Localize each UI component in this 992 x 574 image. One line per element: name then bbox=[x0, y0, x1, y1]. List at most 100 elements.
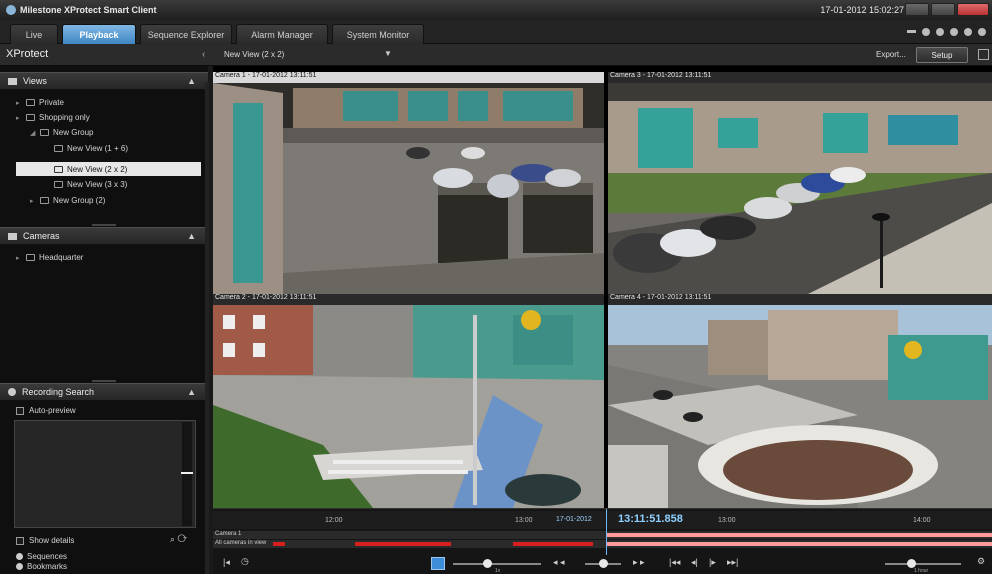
tree-item-label: Headquarter bbox=[39, 253, 84, 262]
previous-frame-icon[interactable]: ◂| bbox=[691, 557, 698, 568]
next-frame-icon[interactable]: |▸ bbox=[709, 557, 716, 568]
view-icon bbox=[54, 165, 63, 173]
tab-system-monitor[interactable]: System Monitor bbox=[332, 24, 424, 44]
camera-tile-3[interactable]: Camera 3 - 17-01-2012 13:11:51 bbox=[608, 72, 992, 294]
slider-thumb[interactable] bbox=[907, 559, 916, 568]
timeline-track-all[interactable]: All cameras in view bbox=[213, 540, 992, 548]
track-label: All cameras in view bbox=[215, 540, 267, 546]
tree-item-private[interactable]: ▸ Private bbox=[16, 98, 64, 107]
logout-icon[interactable] bbox=[978, 28, 986, 36]
speed-slider[interactable] bbox=[453, 559, 541, 568]
resize-grip[interactable] bbox=[92, 380, 116, 382]
tree-item-view-1-6[interactable]: New View (1 + 6) bbox=[54, 144, 128, 153]
option-bookmarks[interactable]: Bookmarks bbox=[16, 562, 67, 571]
tree-item-new-group-2[interactable]: ▸ New Group (2) bbox=[30, 196, 105, 205]
recording-segment bbox=[355, 542, 451, 546]
radio[interactable] bbox=[16, 563, 23, 570]
clock-icon[interactable]: ◷ bbox=[241, 556, 249, 567]
timespan-slider[interactable] bbox=[885, 559, 961, 568]
camera-tile-1[interactable]: Camera 1 - 17-01-2012 13:11:51 bbox=[213, 72, 604, 294]
minimize-button[interactable] bbox=[905, 3, 929, 16]
timeline-track-camera[interactable]: Camera 1 bbox=[213, 531, 992, 539]
slider-thumb[interactable] bbox=[599, 559, 608, 568]
setup-button[interactable]: Setup bbox=[916, 47, 968, 63]
track-label: Camera 1 bbox=[215, 531, 242, 537]
views-panel-header[interactable]: Views ▲ bbox=[0, 72, 208, 90]
checkbox[interactable] bbox=[16, 536, 24, 545]
playback-timeline[interactable]: 12:00 13:00 17-01-2012 13:11:51.858 13:0… bbox=[213, 508, 992, 574]
playhead[interactable] bbox=[606, 509, 607, 555]
cameras-panel-header[interactable]: Cameras ▲ bbox=[0, 227, 208, 245]
sidebar: Views ▲ ▸ Private ▸ Shopping only ◢ New … bbox=[0, 66, 209, 574]
camera-icon bbox=[8, 232, 17, 240]
collapse-pane-icon[interactable]: ‹ bbox=[202, 49, 205, 60]
resize-grip[interactable] bbox=[92, 224, 116, 226]
playback-mode-button[interactable] bbox=[431, 557, 445, 570]
option-sequences[interactable]: Sequences bbox=[16, 552, 67, 561]
sidebar-scrollbar[interactable] bbox=[205, 82, 209, 574]
recording-segment bbox=[513, 542, 593, 546]
previous-sequence-icon[interactable]: |◂◂ bbox=[669, 557, 680, 568]
views-panel-title: Views bbox=[23, 76, 47, 86]
view-icon bbox=[54, 181, 63, 188]
minimize-panes-icon[interactable] bbox=[907, 30, 916, 33]
close-button[interactable] bbox=[957, 3, 989, 16]
gear-icon[interactable]: ⚙ bbox=[977, 556, 985, 567]
chevron-up-icon[interactable]: ▲ bbox=[187, 231, 196, 241]
view-selector[interactable]: New View (2 x 2) bbox=[224, 50, 284, 59]
chevron-up-icon[interactable]: ▲ bbox=[187, 387, 196, 397]
status-icon[interactable] bbox=[936, 28, 944, 36]
recording-search-panel-header[interactable]: Recording Search ▲ bbox=[0, 383, 208, 401]
tab-alarm-manager[interactable]: Alarm Manager bbox=[236, 24, 328, 44]
tree-item-label: New View (2 x 2) bbox=[67, 164, 128, 174]
arrow-icon[interactable] bbox=[922, 28, 930, 36]
folder-icon bbox=[40, 129, 49, 136]
app-logo-icon bbox=[6, 5, 16, 15]
slider-thumb[interactable] bbox=[181, 472, 193, 474]
play-reverse-icon[interactable]: ◂ ◂ bbox=[553, 557, 565, 568]
playback-controls: |◂ ◷ 1x ◂ ◂ ▸ ▸ |◂◂ ◂| |▸ ▸▸| 1 hour ⚙ bbox=[213, 552, 992, 574]
tree-item-new-group[interactable]: ◢ New Group bbox=[30, 128, 93, 137]
tab-sequence-explorer[interactable]: Sequence Explorer bbox=[140, 24, 232, 44]
time-ruler[interactable]: 12:00 13:00 17-01-2012 13:11:51.858 13:0… bbox=[213, 511, 992, 529]
option-label: Sequences bbox=[27, 552, 68, 561]
tree-item-headquarter[interactable]: ▸ Headquarter bbox=[16, 253, 83, 262]
search-icon bbox=[8, 388, 16, 396]
option-label: Bookmarks bbox=[27, 562, 68, 571]
views-icon bbox=[8, 77, 17, 85]
play-forward-icon[interactable]: ▸ ▸ bbox=[633, 557, 645, 568]
next-sequence-icon[interactable]: ▸▸| bbox=[727, 557, 738, 568]
chevron-up-icon[interactable]: ▲ bbox=[187, 76, 196, 86]
radio[interactable] bbox=[16, 553, 23, 560]
fullscreen-icon[interactable] bbox=[978, 49, 989, 60]
auto-preview-checkbox[interactable]: Auto-preview bbox=[16, 406, 76, 415]
export-button[interactable]: Export... bbox=[876, 50, 906, 59]
checkbox[interactable] bbox=[16, 406, 24, 415]
tab-live[interactable]: Live bbox=[10, 24, 58, 44]
tab-playback[interactable]: Playback bbox=[62, 24, 136, 44]
slider-thumb[interactable] bbox=[483, 559, 492, 568]
recording-segment bbox=[606, 542, 992, 546]
jog-slider[interactable] bbox=[585, 559, 621, 568]
camera-title: Camera 3 - 17-01-2012 13:11:51 bbox=[608, 72, 992, 83]
help-icon[interactable] bbox=[950, 28, 958, 36]
maximize-button[interactable] bbox=[931, 3, 955, 16]
camera-title: Camera 1 - 17-01-2012 13:11:51 bbox=[213, 72, 604, 83]
search-options-icon[interactable]: ⌕ ⟳ bbox=[170, 534, 187, 545]
camera-tile-2[interactable]: Camera 2 - 17-01-2012 13:11:51 bbox=[213, 294, 604, 508]
camera-tile-4[interactable]: Camera 4 - 17-01-2012 13:11:51 bbox=[608, 294, 992, 508]
recording-search-title: Recording Search bbox=[22, 387, 95, 397]
tree-item-view-2x2[interactable]: New View (2 x 2) bbox=[16, 162, 201, 176]
current-date: 17-01-2012 bbox=[556, 516, 592, 523]
chevron-down-icon[interactable]: ▼ bbox=[384, 49, 392, 58]
recording-segment bbox=[606, 533, 992, 537]
camera-feed-1 bbox=[213, 83, 604, 294]
settings-icon[interactable] bbox=[964, 28, 972, 36]
show-details-checkbox[interactable]: Show details bbox=[16, 536, 74, 545]
skip-to-start-icon[interactable]: |◂ bbox=[223, 557, 230, 568]
tree-item-view-3x3[interactable]: New View (3 x 3) bbox=[54, 180, 127, 189]
tree-item-shopping-only[interactable]: ▸ Shopping only bbox=[16, 113, 90, 122]
camera-feed-3 bbox=[608, 83, 992, 294]
preview-slider[interactable] bbox=[181, 422, 193, 526]
current-time: 13:11:51.858 bbox=[618, 513, 683, 525]
